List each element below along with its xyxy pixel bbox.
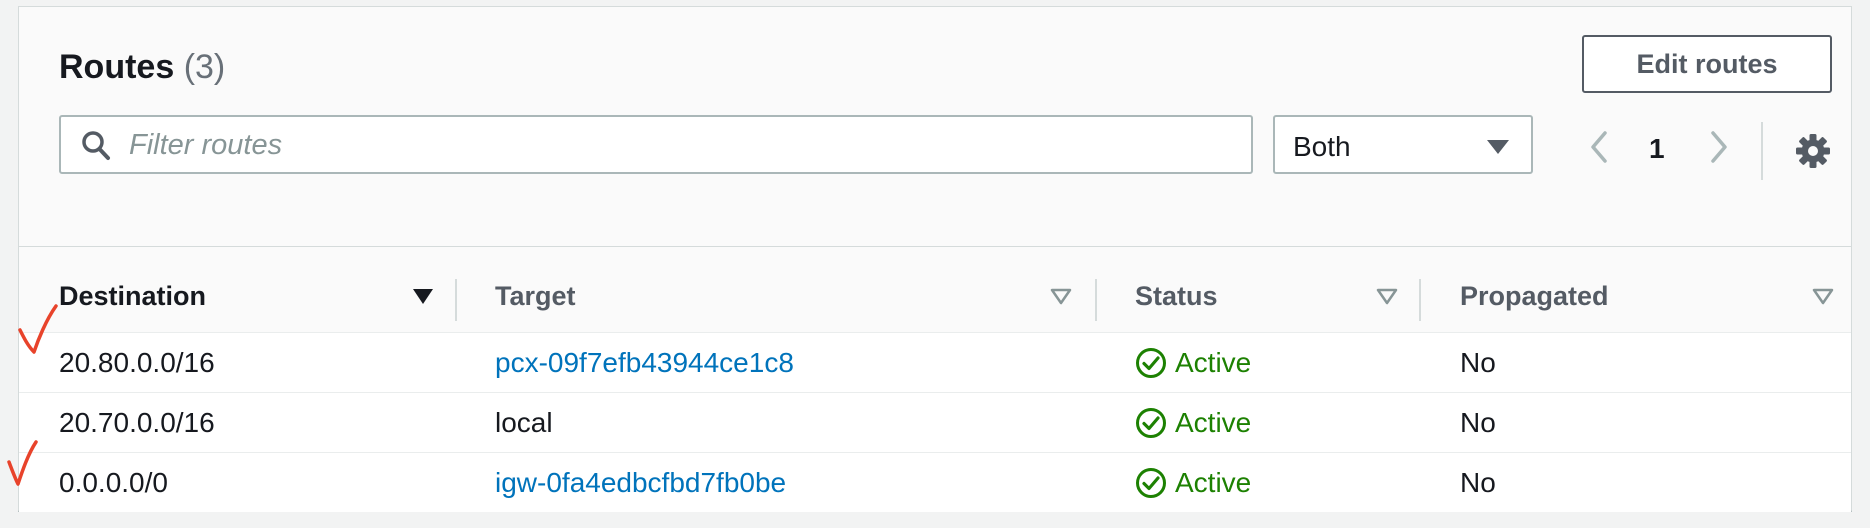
- page-title: Routes (3): [59, 47, 225, 87]
- route-type-select[interactable]: Both: [1273, 115, 1533, 174]
- cell-destination: 20.80.0.0/16: [59, 347, 215, 378]
- column-divider: [1095, 279, 1097, 321]
- sort-descending-icon[interactable]: [411, 287, 435, 307]
- routes-title: Routes: [59, 48, 175, 86]
- table-row[interactable]: 0.0.0.0/0 igw-0fa4edbcfbd7fb0be Active N…: [19, 452, 1851, 512]
- sort-unsorted-icon[interactable]: [1049, 287, 1073, 307]
- cell-target-link[interactable]: igw-0fa4edbcfbd7fb0be: [495, 467, 786, 499]
- column-header-destination[interactable]: Destination: [59, 277, 433, 317]
- column-divider: [1419, 279, 1421, 321]
- status-check-circle-icon: [1136, 468, 1166, 498]
- routes-panel: Routes (3) Edit routes Both 1: [18, 6, 1852, 512]
- table-row[interactable]: 20.80.0.0/16 pcx-09f7efb43944ce1c8 Activ…: [19, 332, 1851, 392]
- sort-unsorted-icon[interactable]: [1375, 287, 1399, 307]
- column-label-destination: Destination: [59, 281, 207, 311]
- column-label-propagated: Propagated: [1460, 281, 1609, 311]
- cell-propagated: No: [1460, 407, 1496, 438]
- status-check-circle-icon: [1136, 348, 1166, 378]
- cell-propagated: No: [1460, 347, 1496, 378]
- gear-icon[interactable]: [1795, 133, 1831, 169]
- chevron-left-icon[interactable]: [1585, 129, 1615, 165]
- sort-unsorted-icon[interactable]: [1811, 287, 1835, 307]
- status-check-circle-icon: [1136, 408, 1166, 438]
- column-header-propagated[interactable]: Propagated: [1460, 277, 1840, 317]
- cell-target-link[interactable]: pcx-09f7efb43944ce1c8: [495, 347, 794, 379]
- column-divider: [455, 279, 457, 321]
- search-icon: [82, 131, 110, 160]
- cell-destination: 20.70.0.0/16: [59, 407, 215, 438]
- column-header-status[interactable]: Status: [1135, 277, 1435, 317]
- filter-routes-input[interactable]: [129, 123, 1229, 167]
- column-header-target[interactable]: Target: [495, 277, 1075, 317]
- page-number-button[interactable]: 1: [1649, 133, 1665, 165]
- column-label-target: Target: [495, 281, 576, 311]
- chevron-right-icon[interactable]: [1703, 129, 1733, 165]
- column-label-status: Status: [1135, 281, 1218, 311]
- handwritten-check-mark-icon: [18, 304, 58, 354]
- route-type-select-value: Both: [1293, 131, 1351, 162]
- table-header: Destination Target Status Propagated: [19, 247, 1851, 337]
- pager-divider: [1761, 122, 1763, 180]
- status-text: Active: [1175, 407, 1252, 438]
- routes-count: (3): [183, 48, 226, 86]
- table-row[interactable]: 20.70.0.0/16 local Active No: [19, 392, 1851, 452]
- edit-routes-button[interactable]: Edit routes: [1582, 35, 1832, 93]
- cell-target: local: [495, 407, 553, 438]
- status-text: Active: [1175, 467, 1252, 498]
- filter-routes-field[interactable]: [59, 115, 1253, 174]
- cell-destination: 0.0.0.0/0: [59, 467, 168, 498]
- status-text: Active: [1175, 347, 1252, 378]
- caret-down-icon: [1487, 140, 1509, 154]
- cell-propagated: No: [1460, 467, 1496, 498]
- handwritten-check-mark-icon: [7, 440, 38, 486]
